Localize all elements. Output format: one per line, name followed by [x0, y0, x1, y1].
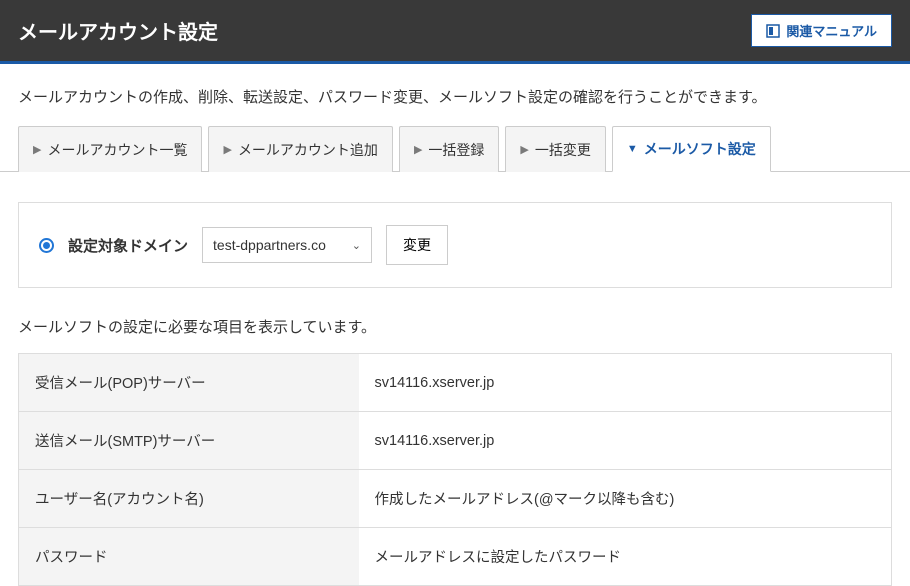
setting-key: 受信メール(POP)サーバー: [19, 354, 359, 412]
page-header: メールアカウント設定 関連マニュアル: [0, 0, 910, 64]
tab-mail-account-add[interactable]: ▶ メールアカウント追加: [208, 126, 392, 172]
domain-select-value: test-dppartners.co: [213, 237, 326, 253]
table-row: 受信メール(POP)サーバー sv14116.xserver.jp: [19, 354, 892, 412]
mail-settings-table: 受信メール(POP)サーバー sv14116.xserver.jp 送信メール(…: [18, 353, 892, 586]
tab-label: メールアカウント一覧: [47, 140, 187, 160]
setting-value: sv14116.xserver.jp: [359, 354, 892, 412]
domain-select-dropdown[interactable]: test-dppartners.co ⌄: [202, 227, 372, 263]
tab-label: メールソフト設定: [644, 139, 756, 159]
tab-bulk-register[interactable]: ▶ 一括登録: [399, 126, 499, 172]
page-description: メールアカウントの作成、削除、転送設定、パスワード変更、メールソフト設定の確認を…: [0, 64, 910, 125]
setting-key: 送信メール(SMTP)サーバー: [19, 412, 359, 470]
tab-label: 一括変更: [535, 140, 591, 160]
chevron-right-icon: ▶: [520, 143, 528, 156]
settings-description: メールソフトの設定に必要な項目を表示しています。: [0, 288, 910, 353]
change-domain-button[interactable]: 変更: [386, 225, 448, 265]
tab-mail-software-settings[interactable]: ▼ メールソフト設定: [612, 126, 771, 172]
table-row: パスワード メールアドレスに設定したパスワード: [19, 528, 892, 586]
book-icon: [766, 24, 780, 38]
chevron-right-icon: ▶: [414, 143, 422, 156]
tab-bulk-change[interactable]: ▶ 一括変更: [505, 126, 605, 172]
setting-key: パスワード: [19, 528, 359, 586]
setting-value: 作成したメールアドレス(@マーク以降も含む): [359, 470, 892, 528]
chevron-down-icon: ⌄: [352, 239, 361, 252]
related-manual-button[interactable]: 関連マニュアル: [751, 14, 892, 47]
page-title: メールアカウント設定: [18, 16, 218, 45]
chevron-right-icon: ▶: [33, 143, 41, 156]
tab-label: 一括登録: [428, 140, 484, 160]
radio-selected-icon[interactable]: [39, 238, 54, 253]
setting-key: ユーザー名(アカウント名): [19, 470, 359, 528]
domain-selector-label: 設定対象ドメイン: [68, 235, 188, 256]
tab-mail-account-list[interactable]: ▶ メールアカウント一覧: [18, 126, 202, 172]
table-row: ユーザー名(アカウント名) 作成したメールアドレス(@マーク以降も含む): [19, 470, 892, 528]
chevron-right-icon: ▶: [223, 143, 231, 156]
table-row: 送信メール(SMTP)サーバー sv14116.xserver.jp: [19, 412, 892, 470]
setting-value: sv14116.xserver.jp: [359, 412, 892, 470]
domain-selector-box: 設定対象ドメイン test-dppartners.co ⌄ 変更: [18, 202, 892, 288]
setting-value: メールアドレスに設定したパスワード: [359, 528, 892, 586]
tab-label: メールアカウント追加: [238, 140, 378, 160]
related-manual-label: 関連マニュアル: [786, 21, 877, 40]
tab-bar: ▶ メールアカウント一覧 ▶ メールアカウント追加 ▶ 一括登録 ▶ 一括変更 …: [0, 125, 910, 172]
chevron-down-icon: ▼: [627, 143, 638, 155]
